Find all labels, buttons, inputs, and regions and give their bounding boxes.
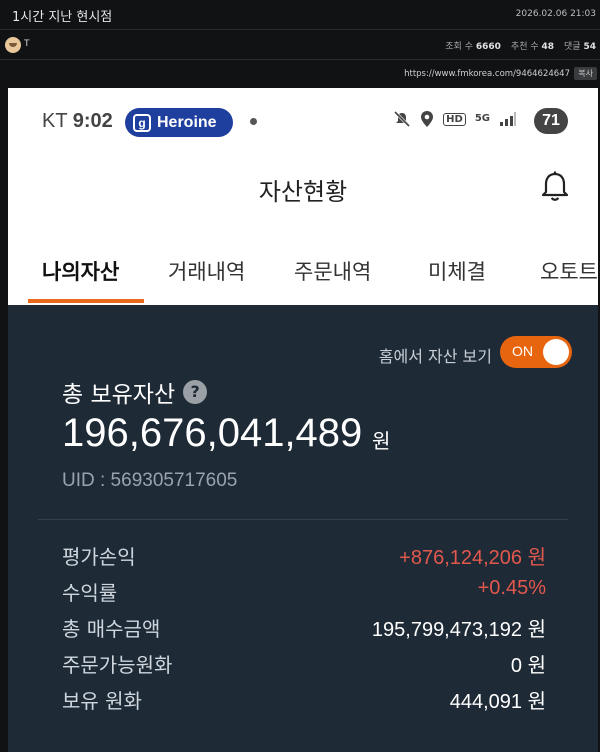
asset-summary-panel: 홈에서 자산 보기 ON 총 보유자산 ? 196,676,041,489 원 … — [8, 305, 598, 752]
url-row: https://www.fmkorea.com/9464624647 복사 — [0, 62, 600, 86]
views-stat: 조회 수 6660 — [445, 39, 501, 52]
toggle-state: ON — [512, 343, 533, 359]
help-icon[interactable]: ? — [183, 380, 208, 404]
tab-bar: 나의자산 거래내역 주문내역 미체결 오토트 — [8, 238, 598, 304]
return-rate-row: 수익률 +0.45% — [62, 577, 546, 605]
home-display-label: 홈에서 자산 보기 — [378, 347, 492, 366]
carrier-time: KT 9:02 — [42, 110, 113, 133]
total-assets-label: 총 보유자산 — [62, 382, 176, 408]
held-krw-row: 보유 원화 444,091 원 — [62, 685, 546, 713]
total-assets-unit: 원 — [372, 429, 391, 453]
mute-icon — [394, 110, 411, 128]
clock: 9:02 — [72, 110, 113, 132]
total-assets-amount: 196,676,041,489 — [62, 411, 363, 455]
post-meta: T 조회 수 6660 추천 수 48 댓글 54 — [0, 30, 600, 60]
row-label: 평가손익 — [62, 545, 136, 569]
copy-url-button[interactable]: 복사 — [574, 67, 597, 80]
comments-count: 54 — [583, 42, 596, 52]
pill-label: Heroine — [157, 113, 217, 131]
g-icon: g — [133, 113, 151, 132]
battery-icon: 71 — [534, 108, 568, 134]
signal-icon — [500, 112, 516, 126]
tab-unfilled[interactable]: 미체결 — [428, 256, 486, 286]
page-title: 자산현황 — [258, 178, 348, 206]
row-label: 수익률 — [62, 581, 118, 605]
row-value: 195,799,473,192 원 — [371, 619, 546, 641]
avatar[interactable] — [5, 37, 21, 53]
tab-transactions[interactable]: 거래내역 — [168, 256, 245, 286]
post-header: 1시간 지난 현시점 2026.02.06 21:03 — [0, 0, 600, 30]
hd-icon: HD — [443, 112, 466, 126]
phone-screenshot: KT 9:02 g Heroine HD 5G 71 자산현황 나의자산 거래내… — [8, 88, 598, 752]
post-date: 2026.02.06 21:03 — [515, 9, 596, 19]
comments-label: 댓글 — [564, 42, 581, 52]
tab-auto-trade[interactable]: 오토트 — [540, 256, 598, 286]
row-label: 주문가능원화 — [62, 653, 173, 677]
row-label: 총 매수금액 — [62, 617, 161, 641]
app-bar: 자산현황 — [8, 156, 598, 218]
row-value: 444,091 원 — [449, 691, 546, 713]
row-value: +876,124,206 원 — [399, 547, 546, 569]
views-count: 6660 — [475, 42, 501, 52]
status-bar: KT 9:02 g Heroine HD 5G 71 — [8, 88, 598, 156]
tab-my-assets[interactable]: 나의자산 — [42, 256, 119, 286]
user-uid: UID : 569305717605 — [62, 470, 238, 491]
author-name[interactable]: T — [24, 39, 30, 49]
post-stats: 조회 수 6660 추천 수 48 댓글 54 — [445, 39, 596, 52]
comments-stat[interactable]: 댓글 54 — [564, 39, 596, 52]
post-url[interactable]: https://www.fmkorea.com/9464624647 — [404, 69, 570, 79]
likes-stat: 추천 수 48 — [511, 39, 554, 52]
total-purchase-row: 총 매수금액 195,799,473,192 원 — [62, 613, 546, 641]
home-display-toggle[interactable]: ON — [500, 336, 572, 368]
heroine-pill[interactable]: g Heroine — [125, 108, 233, 137]
likes-label: 추천 수 — [510, 42, 539, 52]
orderable-krw-row: 주문가능원화 0 원 — [62, 649, 546, 677]
likes-count: 48 — [541, 42, 555, 52]
toggle-knob — [543, 339, 569, 365]
bell-icon[interactable] — [538, 170, 572, 204]
notification-dot-icon — [250, 118, 257, 125]
row-value: +0.45% — [477, 577, 546, 599]
total-assets-heading: 총 보유자산 ? — [62, 375, 208, 409]
location-icon — [421, 111, 434, 127]
tab-orders[interactable]: 주문내역 — [294, 256, 371, 286]
row-value: 0 원 — [510, 655, 546, 677]
post-title: 1시간 지난 현시점 — [12, 10, 113, 25]
network-5g-icon: 5G — [474, 113, 490, 124]
divider — [38, 519, 568, 520]
carrier: KT — [42, 110, 68, 132]
profit-loss-row: 평가손익 +876,124,206 원 — [62, 541, 546, 569]
views-label: 조회 수 — [445, 42, 473, 52]
row-label: 보유 원화 — [62, 689, 142, 713]
active-tab-indicator — [28, 299, 144, 303]
